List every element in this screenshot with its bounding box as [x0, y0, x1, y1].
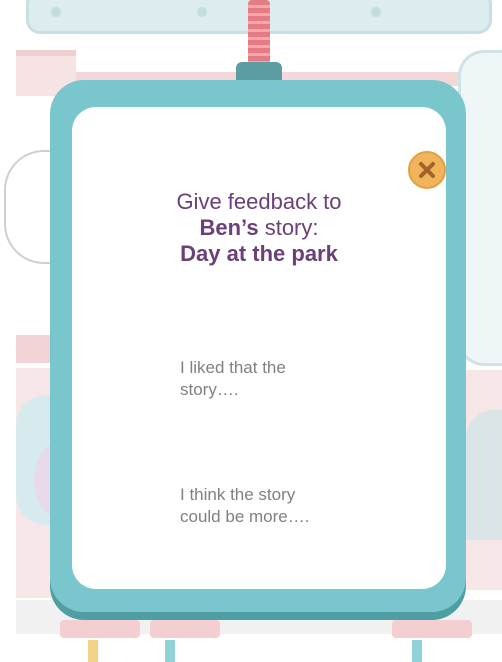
- title-story-label: story:: [258, 215, 319, 240]
- close-button[interactable]: [408, 151, 446, 189]
- background-dot: [197, 7, 207, 17]
- story-title: Day at the park: [180, 241, 338, 266]
- title-line-1: Give feedback to: [176, 189, 342, 214]
- feedback-dialog: Give feedback to Ben’s story: Day at the…: [50, 80, 466, 612]
- dialog-content: Give feedback to Ben’s story: Day at the…: [72, 107, 446, 589]
- close-x-icon: [419, 162, 435, 178]
- dialog-title: Give feedback to Ben’s story: Day at the…: [72, 189, 446, 267]
- feedback-prompt-improve[interactable]: I think the story could be more….: [180, 484, 380, 528]
- background-grey-panel: [465, 410, 502, 540]
- author-name: Ben’s: [199, 215, 259, 240]
- background-cable: [4, 150, 52, 264]
- background-bottom-block: [150, 620, 220, 638]
- background-tick: [165, 640, 175, 662]
- hanger-spring: [248, 0, 270, 66]
- background-dot: [51, 7, 61, 17]
- hanger-cap: [236, 62, 282, 82]
- background-dot: [371, 7, 381, 17]
- background-tick: [412, 640, 422, 662]
- feedback-prompt-liked[interactable]: I liked that the story….: [180, 357, 380, 401]
- background-bottom-block: [392, 620, 472, 638]
- background-bottom-block: [60, 620, 140, 638]
- background-tick: [88, 640, 98, 662]
- title-line-2: Ben’s story:: [72, 215, 446, 241]
